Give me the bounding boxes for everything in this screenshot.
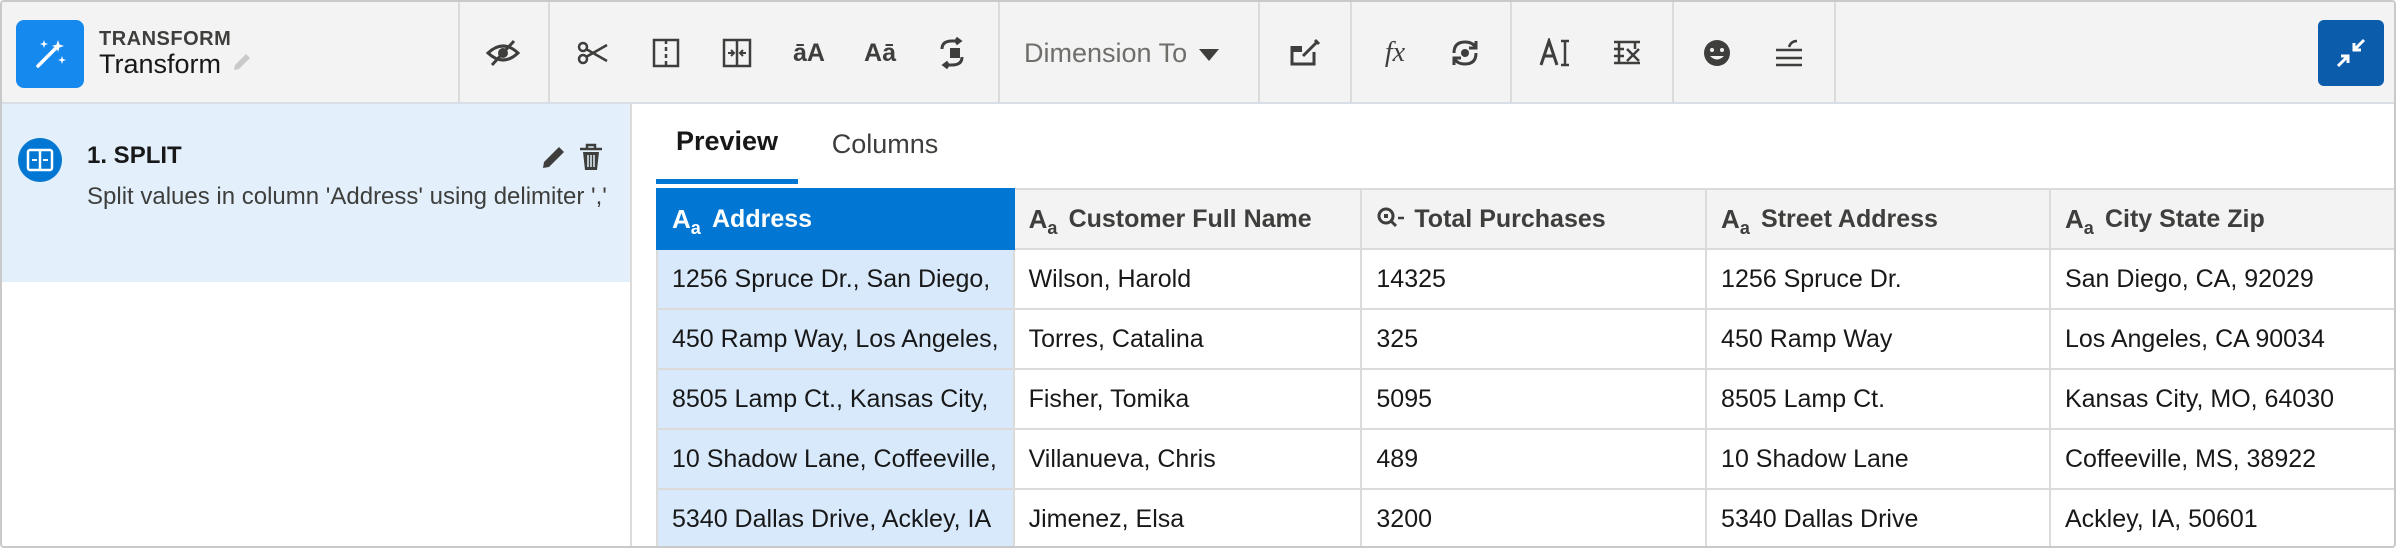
text-type-icon: Aa	[2064, 203, 2094, 238]
text-format-icon[interactable]	[1532, 30, 1578, 76]
table-row: 450 Ramp Way, Los Angeles, Torres, Catal…	[656, 308, 2394, 370]
collapse-button[interactable]	[2318, 20, 2384, 86]
table-cell[interactable]: 10 Shadow Lane	[1705, 428, 2051, 490]
pencil-icon[interactable]	[231, 49, 253, 80]
step-item[interactable]: 1. SPLIT Split values in column 'Address…	[2, 104, 630, 282]
preview-panel: Preview Columns Aa Address Aa Customer F…	[634, 104, 2394, 546]
table-cell[interactable]: Los Angeles, CA 90034	[2048, 308, 2394, 370]
step-title: 1. SPLIT	[87, 142, 182, 169]
table-cell[interactable]: 489	[1360, 428, 1708, 490]
toolbar-divider	[1350, 2, 1352, 102]
table-row: 5340 Dallas Drive, Ackley, IA Jimenez, E…	[656, 488, 2394, 546]
split-step-icon	[18, 138, 62, 182]
steps-panel: 1. SPLIT Split values in column 'Address…	[2, 104, 632, 546]
table-cell[interactable]: Wilson, Harold	[1012, 248, 1363, 310]
text-type-icon: Aa	[672, 203, 701, 238]
app-kicker: TRANSFORM	[99, 28, 232, 50]
table-row: 1256 Spruce Dr., San Diego, Wilson, Haro…	[656, 248, 2394, 310]
toolbar-divider	[548, 2, 550, 102]
table-cell[interactable]: 325	[1360, 308, 1708, 370]
step-description: Split values in column 'Address' using d…	[87, 183, 607, 210]
tab-columns[interactable]: Columns	[810, 104, 960, 184]
table-cell[interactable]: Ackley, IA, 50601	[2048, 488, 2394, 546]
table-row: 10 Shadow Lane, Coffeeville, Villanueva,…	[656, 428, 2394, 490]
table-cell[interactable]: 5340 Dallas Drive, Ackley, IA	[656, 488, 1015, 546]
column-header-total-purchases[interactable]: Total Purchases	[1360, 188, 1708, 250]
format-case-icon[interactable]: āA	[786, 30, 832, 76]
toolbar: TRANSFORM Transform āA Aā Dimension To f…	[2, 2, 2394, 104]
table-cell[interactable]: 5095	[1360, 368, 1708, 430]
tab-bar: Preview Columns	[634, 104, 2394, 184]
formula-icon[interactable]: fx	[1372, 30, 1418, 76]
header-row: Aa Address Aa Customer Full Name Total P…	[656, 188, 2394, 250]
table-cell[interactable]: 450 Ramp Way, Los Angeles,	[656, 308, 1015, 370]
app-title: Transform	[99, 49, 253, 80]
table-cell[interactable]: 14325	[1360, 248, 1708, 310]
magic-wand-icon	[16, 20, 84, 88]
table-cell[interactable]: Villanueva, Chris	[1012, 428, 1363, 490]
column-header-address[interactable]: Aa Address	[656, 188, 1015, 250]
table-cell[interactable]: Fisher, Tomika	[1012, 368, 1363, 430]
merge-columns-icon[interactable]	[714, 30, 760, 76]
chevron-down-icon	[1198, 38, 1220, 69]
column-header-customer-full-name[interactable]: Aa Customer Full Name	[1012, 188, 1363, 250]
toolbar-divider	[1510, 2, 1512, 102]
toolbar-divider	[1258, 2, 1260, 102]
filter-icon[interactable]	[1766, 30, 1812, 76]
replace-icon[interactable]	[929, 30, 975, 76]
table-cell[interactable]: 450 Ramp Way	[1705, 308, 2051, 370]
transform-window: TRANSFORM Transform āA Aā Dimension To f…	[0, 0, 2396, 548]
table-cell[interactable]: 1256 Spruce Dr., San Diego,	[656, 248, 1015, 310]
column-header-street-address[interactable]: Aa Street Address	[1705, 188, 2051, 250]
table-cell[interactable]: Torres, Catalina	[1012, 308, 1363, 370]
text-type-icon: Aa	[1028, 203, 1058, 238]
table-cell[interactable]: 5340 Dallas Drive	[1705, 488, 2051, 546]
table-cell[interactable]: Coffeeville, MS, 38922	[2048, 428, 2394, 490]
toolbar-divider	[1834, 2, 1836, 102]
table-cell[interactable]: 10 Shadow Lane, Coffeeville,	[656, 428, 1015, 490]
table-cell[interactable]: 1256 Spruce Dr.	[1705, 248, 2051, 310]
table-cell[interactable]: Jimenez, Elsa	[1012, 488, 1363, 546]
dimension-to-label: Dimension To	[1024, 37, 1188, 68]
sync-icon[interactable]	[1442, 30, 1488, 76]
columns-icon[interactable]	[643, 30, 689, 76]
dimension-to-select[interactable]: Dimension To	[1002, 27, 1242, 79]
table-cell[interactable]: San Diego, CA, 92029	[2048, 248, 2394, 310]
table-cell[interactable]: 8505 Lamp Ct., Kansas City,	[656, 368, 1015, 430]
hide-icon[interactable]	[480, 30, 526, 76]
edit-step-icon[interactable]	[537, 140, 571, 174]
collapse-icon	[2336, 38, 2366, 68]
table-cell[interactable]: 8505 Lamp Ct.	[1705, 368, 2051, 430]
sentiment-icon[interactable]	[1694, 30, 1740, 76]
tab-preview[interactable]: Preview	[656, 104, 798, 184]
text-type-icon: Aa	[1721, 203, 1750, 238]
column-header-city-state-zip[interactable]: Aa City State Zip	[2048, 188, 2394, 250]
table-row: 8505 Lamp Ct., Kansas City, Fisher, Tomi…	[656, 368, 2394, 430]
table-cell[interactable]: 3200	[1360, 488, 1708, 546]
number-type-icon	[1376, 204, 1406, 235]
bucket-icon[interactable]	[1282, 30, 1328, 76]
clear-values-icon[interactable]	[1604, 30, 1650, 76]
toolbar-divider	[458, 2, 460, 102]
data-grid: Aa Address Aa Customer Full Name Total P…	[656, 188, 2394, 546]
delete-step-icon[interactable]	[574, 140, 608, 174]
app-title-text: Transform	[99, 49, 222, 79]
toolbar-divider	[998, 2, 1000, 102]
edit-case-icon[interactable]: Aā	[857, 30, 903, 76]
toolbar-divider	[1672, 2, 1674, 102]
scissors-icon[interactable]	[570, 30, 616, 76]
table-cell[interactable]: Kansas City, MO, 64030	[2048, 368, 2394, 430]
